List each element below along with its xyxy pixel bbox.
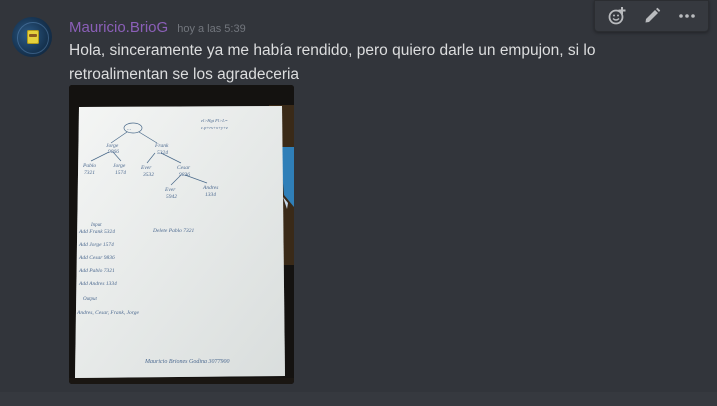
- tree-node-label: Jorge: [113, 163, 126, 169]
- tree-node-value: 7321: [84, 170, 95, 176]
- message-content: Hola, sinceramente ya me había rendido, …: [69, 42, 596, 83]
- output-line: Andres, Cesar, Frank, Jorge: [76, 310, 139, 316]
- tree-node-value: 5942: [166, 193, 177, 200]
- add-reaction-icon: [608, 7, 625, 25]
- timestamp: hoy a las 5:39: [177, 23, 246, 35]
- add-reaction-button[interactable]: [603, 4, 631, 28]
- tree-node-value: 1334: [205, 191, 216, 198]
- tree-node-label: Andres: [202, 185, 218, 191]
- corner-note: c.p+rs+x+y+z: [201, 125, 228, 130]
- message-toolbar: [594, 0, 709, 32]
- tree-root-label: ...: [127, 126, 131, 132]
- tree-node-label: Pablo: [82, 163, 96, 169]
- input-line: Add Jorge 1574: [78, 241, 114, 248]
- edit-button[interactable]: [638, 4, 666, 28]
- input-line: Add Frank 5324: [78, 228, 115, 235]
- more-options-icon: [678, 14, 695, 18]
- input-label: Input: [90, 223, 102, 228]
- tree-node-value: 9866: [108, 149, 119, 155]
- tree-node-label: Cesar: [177, 165, 191, 171]
- attachment-photo: ... Jorge 9866 Frank 5324 Pablo 7321 Jor…: [69, 85, 294, 384]
- message-header: Mauricio.BrioG hoy a las 5:39: [69, 19, 246, 36]
- edit-icon: [645, 7, 660, 23]
- more-options-button[interactable]: [673, 4, 701, 28]
- input-line: Add Pablo 7321: [78, 268, 115, 274]
- tree-node-label: Ever: [140, 165, 152, 171]
- avatar-character: [27, 30, 39, 44]
- avatar[interactable]: [12, 17, 52, 57]
- input-line: Add Cesar 9836: [78, 255, 115, 261]
- delete-line: Delete Pablo 7321: [152, 228, 194, 234]
- output-label: Output: [83, 297, 98, 302]
- tree-node-label: Frank: [154, 143, 169, 149]
- chat-bottom-area: [0, 392, 717, 406]
- signature: Mauricio Briones Godina 3077900: [144, 359, 230, 365]
- tree-node-value: 5324: [157, 149, 168, 156]
- username[interactable]: Mauricio.BrioG: [69, 19, 168, 36]
- tree-node-value: 9836: [179, 172, 190, 178]
- corner-note: el>Hgt Fl>L=: [201, 118, 228, 123]
- input-line: Add Andres 1334: [78, 280, 117, 287]
- tree-node-value: 3532: [142, 172, 154, 178]
- tree-node-value: 1574: [115, 169, 126, 176]
- image-attachment[interactable]: ... Jorge 9866 Frank 5324 Pablo 7321 Jor…: [69, 85, 294, 384]
- tree-node-label: Ever: [164, 187, 176, 193]
